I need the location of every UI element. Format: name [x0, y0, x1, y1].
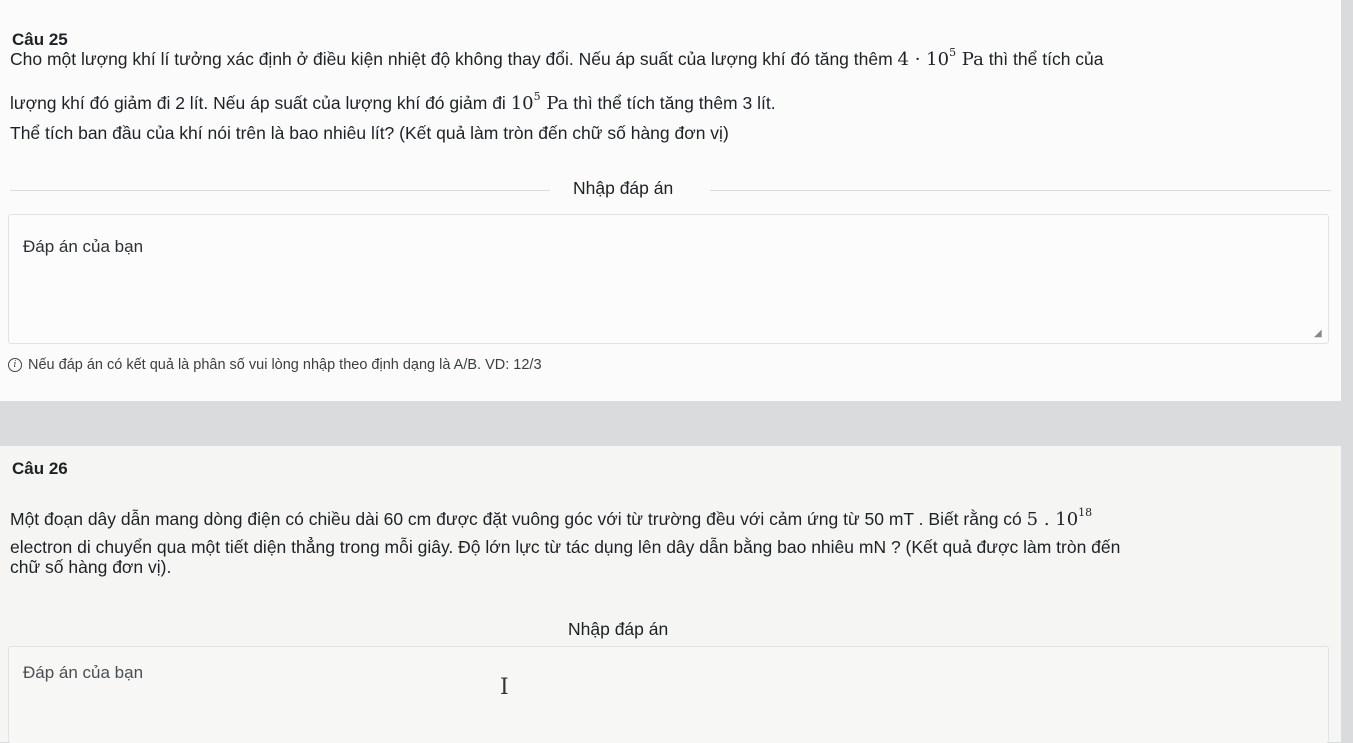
math-expression: 105 Pa: [510, 90, 569, 114]
answer-placeholder: Đáp án của bạn: [23, 663, 144, 682]
question-text: thì thể tích của: [983, 49, 1104, 69]
question-text-line-2: lượng khí đó giảm đi 2 lít. Nếu áp suất …: [10, 84, 776, 119]
question-card-26: Câu 26 Một đoạn dây dẫn mang dòng điện c…: [0, 446, 1341, 743]
question-text-line-2: electron di chuyển qua một tiết diện thẳ…: [10, 537, 1121, 557]
math-expression: 5 . 1018: [1026, 506, 1093, 530]
question-text: thì thể tích tăng thêm 3 lít.: [568, 93, 776, 113]
question-text: Một đoạn dây dẫn mang dòng điện có chiều…: [10, 509, 1027, 529]
enter-answer-label: Nhập đáp án: [568, 619, 669, 639]
resize-handle-icon[interactable]: ◢: [1314, 329, 1324, 339]
answer-input[interactable]: Đáp án của bạn: [8, 646, 1329, 743]
math-expression: 4 · 105 Pa: [897, 46, 984, 70]
answer-input[interactable]: Đáp án của bạn ◢: [8, 214, 1329, 344]
question-title: Câu 26: [12, 459, 68, 478]
question-text-line-3: chữ số hàng đơn vị).: [10, 557, 172, 577]
enter-answer-label: Nhập đáp án: [573, 178, 674, 198]
question-text: lượng khí đó giảm đi 2 lít. Nếu áp suất …: [10, 93, 511, 113]
question-text-line-3: Thể tích ban đầu của khí nói trên là bao…: [10, 123, 729, 143]
hint-label: Nếu đáp án có kết quả là phân số vui lòn…: [28, 357, 542, 373]
info-icon: i: [8, 358, 22, 372]
divider-left: [10, 190, 550, 191]
question-text-line-1: Cho một lượng khí lí tưởng xác định ở đi…: [10, 40, 1104, 75]
question-text-line-1: Một đoạn dây dẫn mang dòng điện có chiều…: [10, 500, 1092, 535]
divider-right: [710, 190, 1331, 191]
answer-placeholder: Đáp án của bạn: [23, 237, 144, 256]
text-cursor-icon: I: [500, 675, 509, 700]
question-card-25: Câu 25 Cho một lượng khí lí tưởng xác đị…: [0, 0, 1341, 401]
question-text: Cho một lượng khí lí tưởng xác định ở đi…: [10, 49, 898, 69]
hint-text: i Nếu đáp án có kết quả là phân số vui l…: [8, 357, 542, 373]
